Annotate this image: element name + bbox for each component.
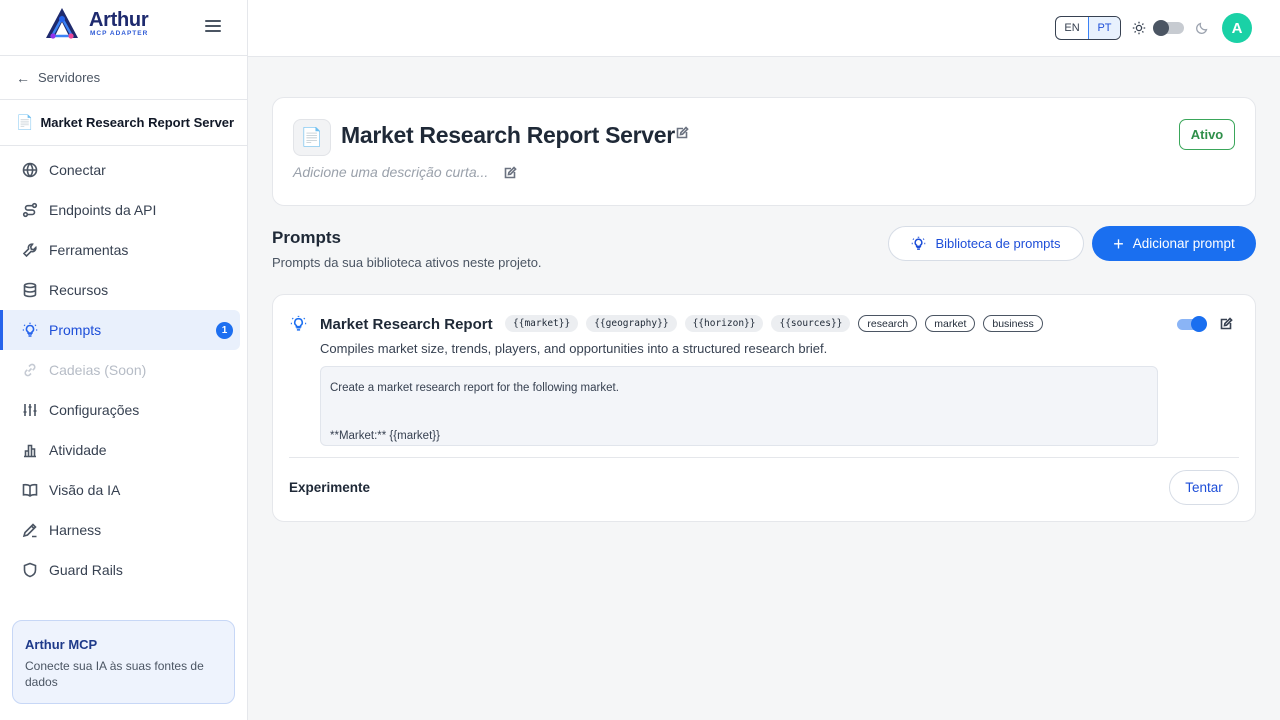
sidebar-item-label: Cadeias (Soon) <box>49 362 147 378</box>
sidebar-item-label: Atividade <box>49 442 107 458</box>
moon-icon <box>1196 22 1208 34</box>
lang-en-button[interactable]: EN <box>1056 17 1088 39</box>
sidebar-item-label: Ferramentas <box>49 242 129 258</box>
document-icon: 📄 <box>293 119 331 156</box>
link-icon <box>24 363 36 377</box>
back-label: Servidores <box>38 70 101 85</box>
try-label: Experimente <box>289 480 371 495</box>
sidebar-item-cadeias: Cadeias (Soon) <box>0 350 240 390</box>
sidebar-item-configuracoes[interactable]: Configurações <box>0 390 240 430</box>
pen-ruler-icon <box>22 523 37 538</box>
prompt-body-line: Create a market research report for the … <box>330 382 619 394</box>
database-icon <box>23 282 37 298</box>
prompt-name: Market Research Report <box>320 316 493 333</box>
document-icon: 📄 <box>16 114 34 130</box>
logo-row: Arthur MCP ADAPTER <box>0 0 247 56</box>
variable-chip: {{sources}} <box>771 315 851 332</box>
sidebar: Arthur MCP ADAPTER ← Servidores 📄 Market… <box>0 0 248 720</box>
prompt-chips: {{market}} {{geography}} {{horizon}} {{s… <box>505 315 1043 332</box>
prompt-body-preview: Create a market research report for the … <box>320 366 1158 446</box>
tag-chip: market <box>925 315 976 332</box>
promo-text: Conecte sua IA às suas fontes de dados <box>25 659 204 689</box>
toggle-knob <box>1153 20 1169 36</box>
arthur-logo-icon <box>46 8 78 39</box>
plus-icon: + <box>1113 233 1124 254</box>
prompt-library-label: Biblioteca de prompts <box>935 236 1061 251</box>
sidebar-item-atividade[interactable]: Atividade <box>0 430 240 470</box>
sidebar-item-label: Harness <box>49 522 102 538</box>
variable-chip: {{market}} <box>505 315 579 332</box>
description-placeholder[interactable]: Adicione uma descrição curta... <box>293 164 488 180</box>
prompt-library-button[interactable]: Biblioteca de prompts <box>888 226 1084 261</box>
current-server: 📄 Market Research Report Server <box>0 100 247 146</box>
sidebar-item-label: Endpoints da API <box>49 202 157 218</box>
edit-prompt-icon[interactable] <box>1219 317 1233 331</box>
lightbulb-icon <box>290 315 307 331</box>
page-title: Market Research Report Server <box>341 122 675 148</box>
prompt-description: Compiles market size, trends, players, a… <box>320 341 828 356</box>
promo-title: Arthur MCP <box>25 637 98 652</box>
menu-icon[interactable] <box>205 20 221 34</box>
top-bar: EN PT A <box>248 0 1280 57</box>
book-icon <box>22 483 38 498</box>
section-title: Prompts <box>272 228 341 247</box>
tag-chip: research <box>858 315 918 332</box>
sidebar-item-guard-rails[interactable]: Guard Rails <box>0 550 240 590</box>
lightbulb-icon <box>912 236 926 250</box>
sidebar-item-label: Prompts <box>49 322 102 338</box>
arrow-left-icon: ← <box>16 69 30 86</box>
shield-icon <box>23 562 37 578</box>
sidebar-item-harness[interactable]: Harness <box>0 510 240 550</box>
sidebar-item-recursos[interactable]: Recursos <box>0 270 240 310</box>
brand-subtitle: MCP ADAPTER <box>90 30 149 37</box>
route-icon <box>22 202 38 218</box>
wrench-icon <box>22 243 37 258</box>
lang-pt-button[interactable]: PT <box>1088 17 1120 39</box>
sidebar-item-prompts[interactable]: Prompts 1 <box>0 310 240 350</box>
section-subtitle: Prompts da sua biblioteca ativos neste p… <box>272 255 542 270</box>
sidebar-item-label: Guard Rails <box>49 562 123 578</box>
sidebar-item-label: Configurações <box>49 402 140 418</box>
add-prompt-label: Adicionar prompt <box>1132 236 1235 251</box>
sliders-icon <box>23 404 37 416</box>
theme-toggle[interactable] <box>1153 20 1184 36</box>
sidebar-item-ferramentas[interactable]: Ferramentas <box>0 230 240 270</box>
prompts-count-badge: 1 <box>216 322 233 339</box>
sidebar-item-visao-ia[interactable]: Visão da IA <box>0 470 240 510</box>
toggle-knob <box>1191 316 1207 332</box>
server-name: Market Research Report Server <box>40 115 235 130</box>
prompt-card: Market Research Report {{market}} {{geog… <box>272 294 1256 522</box>
sidebar-item-endpoints[interactable]: Endpoints da API <box>0 190 240 230</box>
language-switcher: EN PT <box>1055 16 1121 40</box>
server-header-card: 📄 Market Research Report Server Adicione… <box>272 97 1256 206</box>
variable-chip: {{geography}} <box>586 315 677 332</box>
promo-card: Arthur MCP Conecte sua IA às suas fontes… <box>12 620 235 704</box>
divider <box>289 457 1239 458</box>
lightbulb-icon <box>22 322 38 337</box>
sidebar-item-label: Visão da IA <box>49 482 121 498</box>
edit-title-icon[interactable] <box>675 126 689 140</box>
bar-chart-icon <box>24 444 36 458</box>
sidebar-item-label: Conectar <box>49 162 106 178</box>
try-button[interactable]: Tentar <box>1169 470 1239 505</box>
prompt-enabled-toggle[interactable] <box>1177 316 1207 332</box>
globe-icon <box>22 162 38 178</box>
variable-chip: {{horizon}} <box>684 315 764 332</box>
sidebar-item-conectar[interactable]: Conectar <box>0 150 240 190</box>
prompt-body-line: **Market:** {{market}} <box>330 430 440 442</box>
sidebar-item-label: Recursos <box>49 282 109 298</box>
sun-icon <box>1132 21 1146 35</box>
avatar[interactable]: A <box>1222 13 1252 43</box>
tag-chip: business <box>983 315 1043 332</box>
edit-description-icon[interactable] <box>503 166 517 180</box>
add-prompt-button[interactable]: + Adicionar prompt <box>1092 226 1256 261</box>
sidebar-nav: Conectar Endpoints da API Ferramentas Re… <box>0 146 247 590</box>
brand-name: Arthur <box>89 9 149 31</box>
back-to-servers-link[interactable]: ← Servidores <box>0 56 247 100</box>
status-badge[interactable]: Ativo <box>1179 119 1235 150</box>
